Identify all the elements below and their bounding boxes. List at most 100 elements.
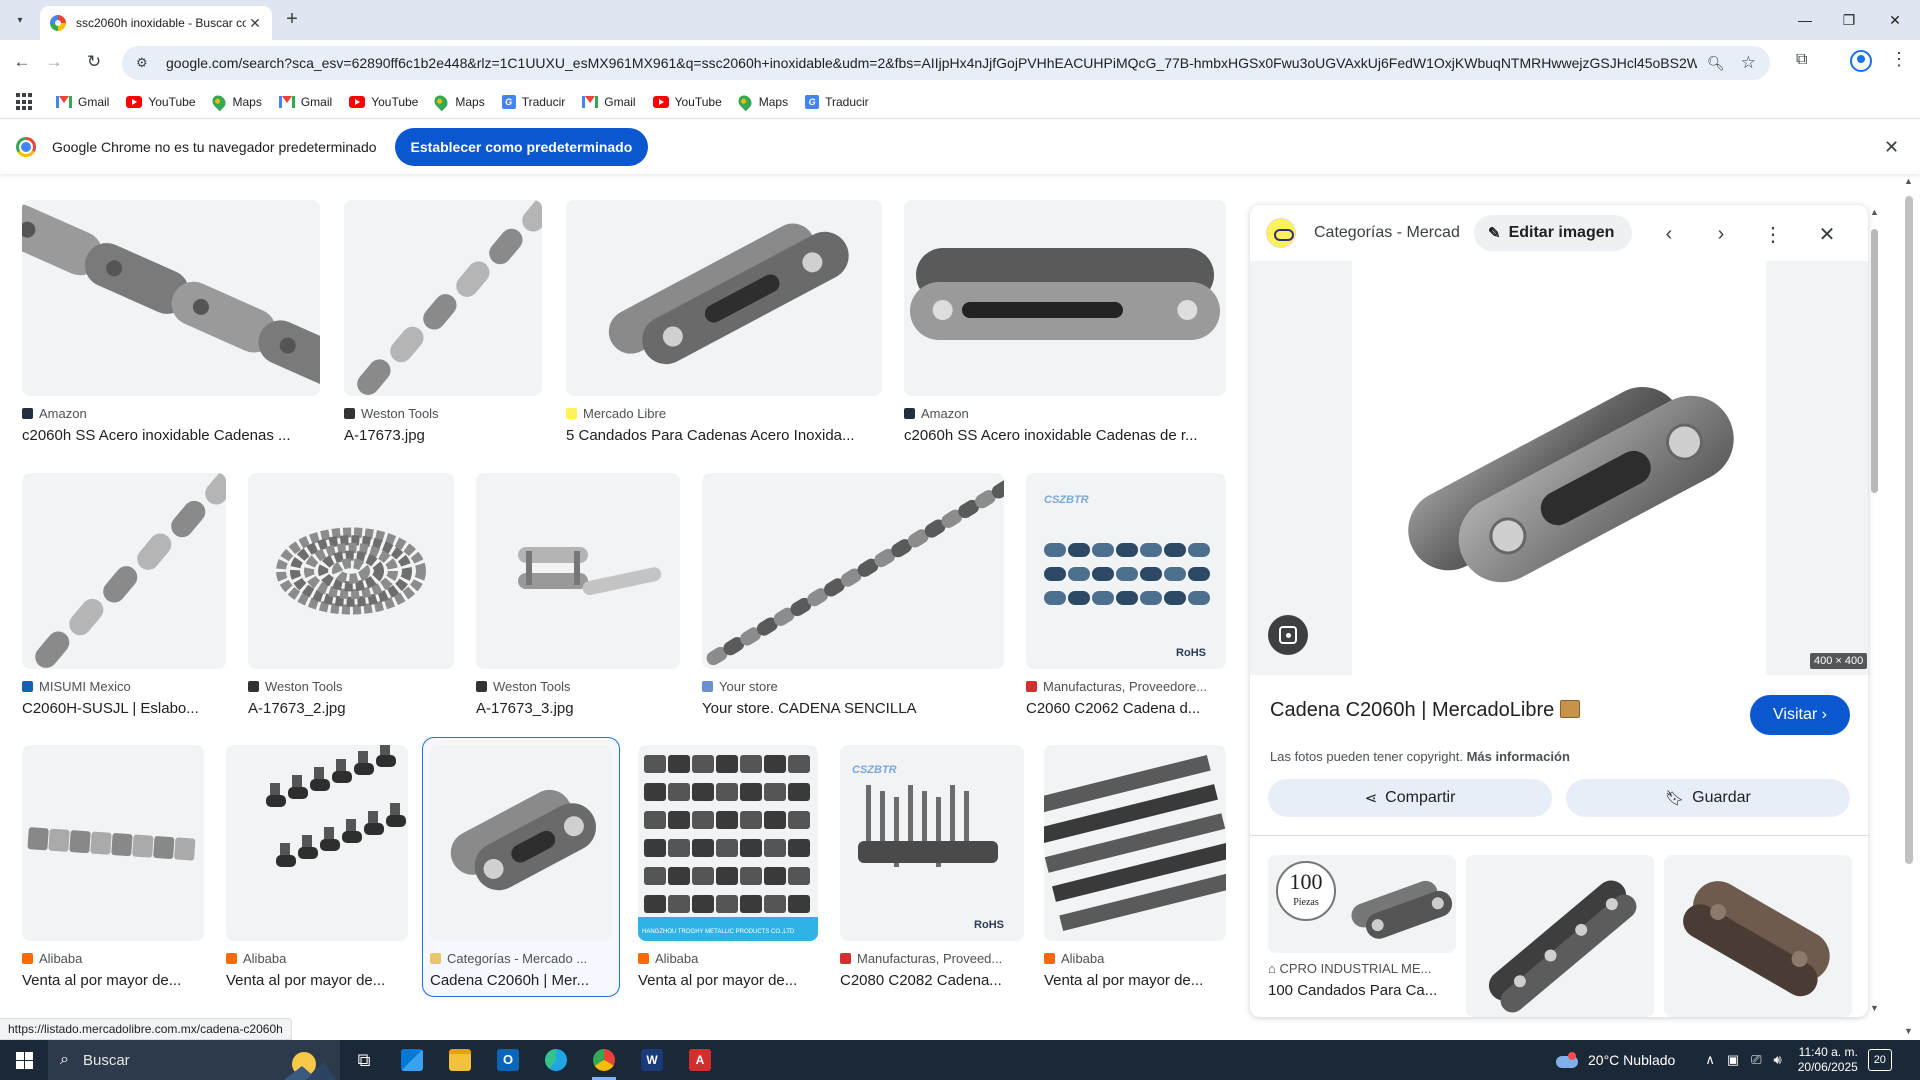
result-thumbnail[interactable] xyxy=(1044,745,1226,941)
scroll-down-arrow-icon[interactable]: ▼ xyxy=(1904,1026,1913,1036)
url-text[interactable]: google.com/search?sca_esv=62890ff6c1b2e4… xyxy=(166,55,1697,71)
bookmark-maps[interactable]: Maps xyxy=(209,92,262,112)
bookmark-maps[interactable]: Maps xyxy=(432,92,485,112)
page-scrollbar[interactable]: ▲ ▼ xyxy=(1902,174,1916,1040)
image-result-card[interactable]: Weston Tools A-17673_3.jpg xyxy=(476,473,680,717)
scroll-up-arrow-icon[interactable]: ▲ xyxy=(1904,176,1913,186)
bookmark-gmail[interactable]: Gmail xyxy=(56,95,109,109)
volume-icon[interactable]: 🔊︎ xyxy=(1774,1052,1782,1068)
result-source[interactable]: Weston Tools xyxy=(344,406,542,421)
result-title[interactable]: C2080 C2082 Cadena... xyxy=(840,972,1024,989)
result-thumbnail[interactable]: CSZBTR RoHS xyxy=(840,745,1024,941)
related-result[interactable] xyxy=(1466,855,1654,1017)
result-source[interactable]: Weston Tools xyxy=(248,679,454,694)
result-thumbnail[interactable] xyxy=(22,745,204,941)
show-hidden-icons-chevron-icon[interactable]: ∧ xyxy=(1705,1052,1715,1068)
panel-scroll-thumb[interactable] xyxy=(1871,229,1878,493)
taskbar-search-box[interactable]: ⌕ Buscar xyxy=(48,1040,340,1080)
image-result-card[interactable]: HANGZHOU TROGHY METALLIC PRODUCTS CO.,LT… xyxy=(638,745,818,989)
result-source[interactable]: Weston Tools xyxy=(476,679,680,694)
result-source[interactable]: MISUMI Mexico xyxy=(22,679,226,694)
result-source[interactable]: Amazon xyxy=(22,406,320,421)
mercadolibre-logo-icon[interactable] xyxy=(1266,218,1296,248)
notifications-icon[interactable]: 20 xyxy=(1867,1049,1892,1071)
next-chevron-icon[interactable]: › xyxy=(1708,221,1734,247)
site-info-icon[interactable]: ⚙ xyxy=(136,55,152,71)
related-thumbnail[interactable]: 100 Piezas xyxy=(1268,855,1456,953)
more-options-icon[interactable]: ⋮ xyxy=(1760,221,1786,247)
infobar-close-icon[interactable]: ✕ xyxy=(1884,137,1899,158)
result-title[interactable]: Venta al por mayor de... xyxy=(22,972,204,989)
result-title[interactable]: Cadena C2060h | Mer... xyxy=(430,972,612,989)
bookmark-gmail[interactable]: Gmail xyxy=(278,95,332,109)
image-result-card[interactable]: Weston Tools A-17673_2.jpg xyxy=(248,473,454,717)
result-thumbnail[interactable] xyxy=(226,745,408,941)
page-scroll-thumb[interactable] xyxy=(1905,196,1913,864)
result-title[interactable]: c2060h SS Acero inoxidable Cadenas de r.… xyxy=(904,427,1226,444)
result-thumbnail[interactable] xyxy=(22,473,226,669)
app-w-icon[interactable]: W xyxy=(628,1040,676,1080)
image-result-card[interactable]: CSZBTR RoHS Manufacturas, Proveedore... C20… xyxy=(1026,473,1226,717)
chrome-taskbar-icon[interactable] xyxy=(580,1040,628,1080)
result-title[interactable]: A-17673.jpg xyxy=(344,427,542,444)
window-restore-icon[interactable]: ❐ xyxy=(1826,0,1872,40)
share-button[interactable]: ⋖ Compartir xyxy=(1268,779,1552,817)
image-result-card[interactable]: Amazon c2060h SS Acero inoxidable Cadenas… xyxy=(904,200,1226,444)
microsoft-store-icon[interactable] xyxy=(388,1040,436,1080)
panel-scrollbar[interactable]: ▲ ▼ xyxy=(1868,205,1882,1017)
bookmark-youtube[interactable]: YouTube xyxy=(652,95,722,109)
back-arrow-icon[interactable]: ← xyxy=(8,48,36,76)
extensions-puzzle-icon[interactable]: ⧉ xyxy=(1796,51,1807,69)
result-source[interactable]: Alibaba xyxy=(22,951,204,966)
result-title[interactable]: c2060h SS Acero inoxidable Cadenas ... xyxy=(22,427,320,444)
previous-chevron-icon[interactable]: ‹ xyxy=(1656,221,1682,247)
bookmark-gmail[interactable]: Gmail xyxy=(582,95,636,109)
reload-icon[interactable]: ↻ xyxy=(80,48,108,76)
result-source[interactable]: Alibaba xyxy=(638,951,818,966)
result-source[interactable]: Your store xyxy=(702,679,1004,694)
window-close-icon[interactable]: ✕ xyxy=(1872,0,1918,40)
result-thumbnail[interactable] xyxy=(904,200,1226,396)
result-thumbnail[interactable] xyxy=(248,473,454,669)
set-default-button[interactable]: Establecer como predeterminado xyxy=(394,127,649,166)
result-source[interactable]: Mercado Libre xyxy=(566,406,882,421)
result-title[interactable]: Venta al por mayor de... xyxy=(638,972,818,989)
acrobat-icon[interactable]: A xyxy=(676,1040,724,1080)
image-result-card[interactable]: Alibaba Venta al por mayor de... xyxy=(226,745,408,989)
network-icon[interactable]: ⎚ xyxy=(1751,1052,1761,1068)
scroll-down-arrow-icon[interactable]: ▼ xyxy=(1870,1003,1879,1013)
result-thumbnail[interactable]: HANGZHOU TROGHY METALLIC PRODUCTS CO.,LT… xyxy=(638,745,818,941)
result-title[interactable]: Venta al por mayor de... xyxy=(1044,972,1226,989)
bookmark-youtube[interactable]: YouTube xyxy=(349,95,418,109)
close-panel-icon[interactable]: ✕ xyxy=(1814,221,1840,247)
result-title[interactable]: A-17673_2.jpg xyxy=(248,700,454,717)
forward-arrow-icon[interactable]: → xyxy=(40,48,68,76)
meet-now-icon[interactable]: ▣ xyxy=(1727,1052,1739,1068)
scroll-up-arrow-icon[interactable]: ▲ xyxy=(1870,207,1879,217)
windows-start-icon[interactable] xyxy=(0,1040,48,1080)
result-source[interactable]: Alibaba xyxy=(1044,951,1226,966)
bookmark-traducir[interactable]: G Traducir xyxy=(805,95,869,109)
image-result-card[interactable]: Categorías - Mercado ... Cadena C2060h | … xyxy=(422,737,620,997)
result-thumbnail[interactable] xyxy=(430,745,612,941)
apps-grid-icon[interactable] xyxy=(16,93,34,111)
related-result[interactable] xyxy=(1664,855,1852,1017)
google-lens-icon[interactable] xyxy=(1268,615,1308,655)
result-thumbnail[interactable] xyxy=(702,473,1004,669)
result-title[interactable]: A-17673_3.jpg xyxy=(476,700,680,717)
result-source[interactable]: Alibaba xyxy=(226,951,408,966)
bookmark-maps[interactable]: Maps xyxy=(735,92,788,112)
result-title[interactable]: Your store. CADENA SENCILLA xyxy=(702,700,1004,717)
result-thumbnail[interactable]: CSZBTR RoHS xyxy=(1026,473,1226,669)
related-thumbnail[interactable] xyxy=(1664,855,1852,1017)
chrome-menu-kebab-icon[interactable]: ⋮ xyxy=(1890,49,1908,70)
related-thumbnail[interactable] xyxy=(1466,855,1654,1017)
profile-avatar-icon[interactable] xyxy=(1850,50,1872,72)
image-result-card[interactable]: Alibaba Venta al por mayor de... xyxy=(22,745,204,989)
panel-source-name[interactable]: Categorías - Mercado Libre xyxy=(1314,224,1460,242)
zoom-icon[interactable]: 🔍︎ xyxy=(1707,55,1725,72)
weather-cloud-icon[interactable] xyxy=(1556,1052,1580,1068)
result-title[interactable]: Venta al por mayor de... xyxy=(226,972,408,989)
result-source[interactable]: Amazon xyxy=(904,406,1226,421)
edit-image-button[interactable]: ✎ Editar imagen xyxy=(1474,215,1633,251)
